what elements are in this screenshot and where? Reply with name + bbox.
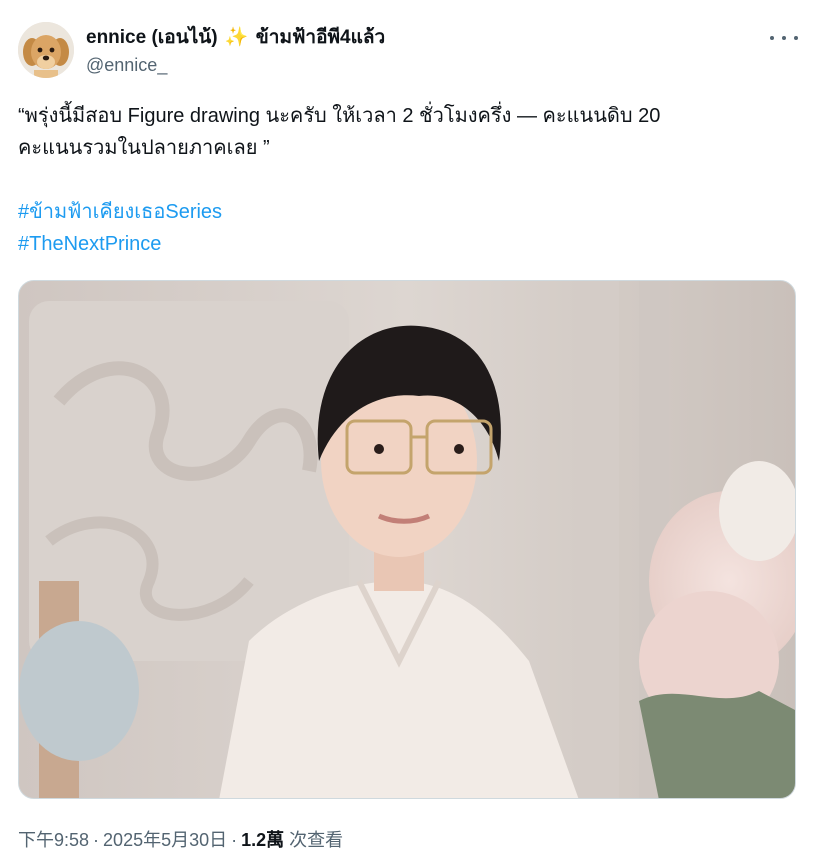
tweet-time[interactable]: 下午9:58 [18,830,89,850]
separator: · [231,830,238,850]
hashtag-link[interactable]: #ข้ามฟ้าเคียงเธอSeries [18,196,798,228]
more-dot-icon [782,36,786,40]
tweet-text-line: คะแนนรวมในปลายภาคเลย ” [18,137,270,159]
hashtag-link[interactable]: #TheNextPrince [18,228,798,260]
sparkles-icon: ✨ [224,27,249,48]
author-name[interactable]: ennice (เอนไน้) [86,27,218,48]
author-display-name[interactable]: ennice (เอนไน้) ✨ ข้ามฟ้าอีพี4แล้ว [86,26,385,50]
tweet-text: “พรุ่งนี้มีสอบ Figure drawing นะครับ ให้… [18,100,798,260]
more-dot-icon [794,36,798,40]
tweet-photo[interactable] [18,280,796,799]
tweet-date[interactable]: 2025年5月30日 [103,830,227,850]
views-count: 1.2萬 [241,830,285,850]
portrait-photo [19,281,795,798]
author-name-suffix[interactable]: ข้ามฟ้าอีพี4แล้ว [256,27,385,48]
more-options-button[interactable] [770,28,798,48]
author-header: ennice (เอนไน้) ✨ ข้ามฟ้าอีพี4แล้ว @enni… [86,26,385,76]
tweet-text-line: “พรุ่งนี้มีสอบ Figure drawing นะครับ ให้… [18,105,661,127]
separator: · [93,830,100,850]
views-label: 次查看 [289,830,344,850]
more-dot-icon [770,36,774,40]
tweet-meta: 下午9:58 · 2025年5月30日 · 1.2萬 次查看 [18,826,343,852]
author-handle[interactable]: @ennice_ [86,54,385,76]
tweet-spacer [18,164,798,196]
puppy-avatar-image [18,22,74,78]
avatar[interactable] [18,22,74,78]
